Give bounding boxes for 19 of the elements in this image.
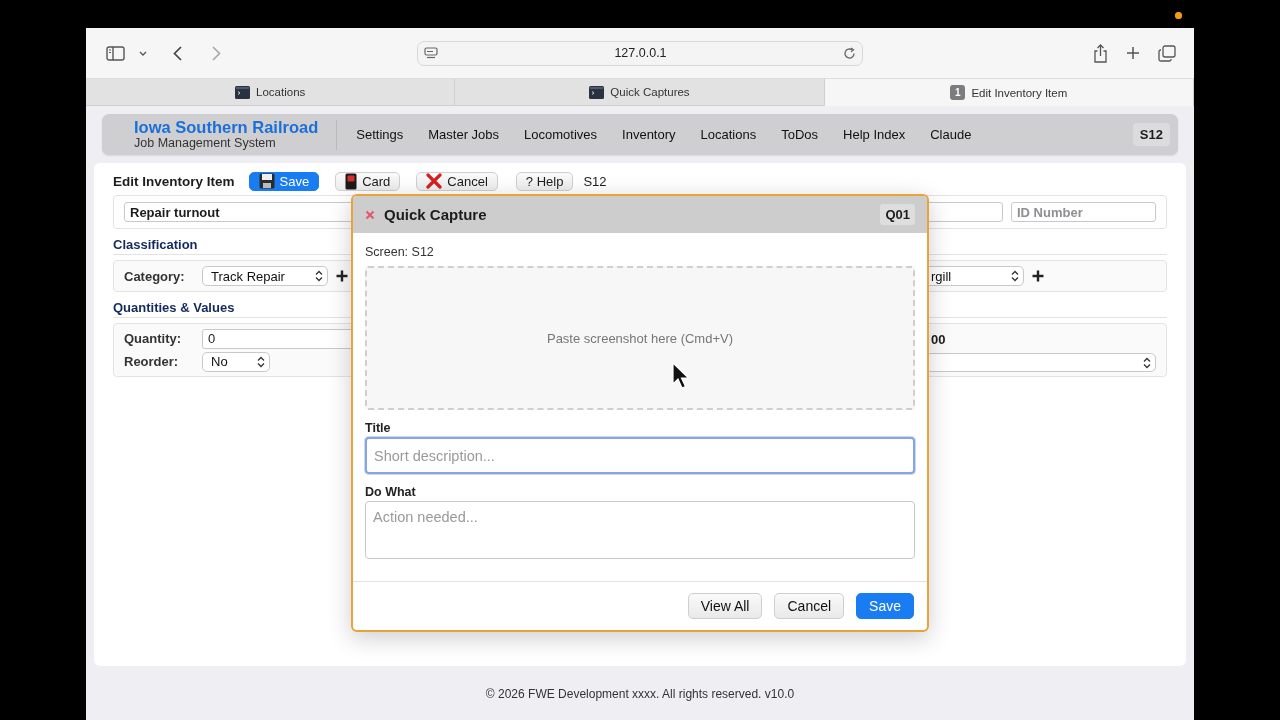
screen-code: S12 [583,173,607,189]
field-label: Reorder: [124,354,180,369]
tab-label: Locations [256,86,306,98]
tab-label: Quick Captures [610,86,690,98]
value-text: 00 [930,332,946,349]
footer-text: © 2026 FWE Development xxxx. All rights reserved. v10.0 [484,687,796,701]
page-title: Edit Inventory Item [113,173,235,189]
screen-code: S12 [1132,123,1170,146]
field-label: Category: [124,268,186,284]
field-label: Title [365,421,392,435]
field-label: Quantity: [124,331,183,346]
tab-label: Edit Inventory Item [971,86,1068,99]
dialog-title: Quick Capture [384,206,487,223]
drop-hint: Paste screenshot here (Cmd+V) [546,330,734,346]
app-title: Iowa Southern Railroad [134,119,319,136]
dialog-code: Q01 [880,204,915,225]
field-label: Do What [365,485,417,499]
tab-badge: 1 [950,85,966,100]
app-subtitle: Job Management System [134,136,277,150]
